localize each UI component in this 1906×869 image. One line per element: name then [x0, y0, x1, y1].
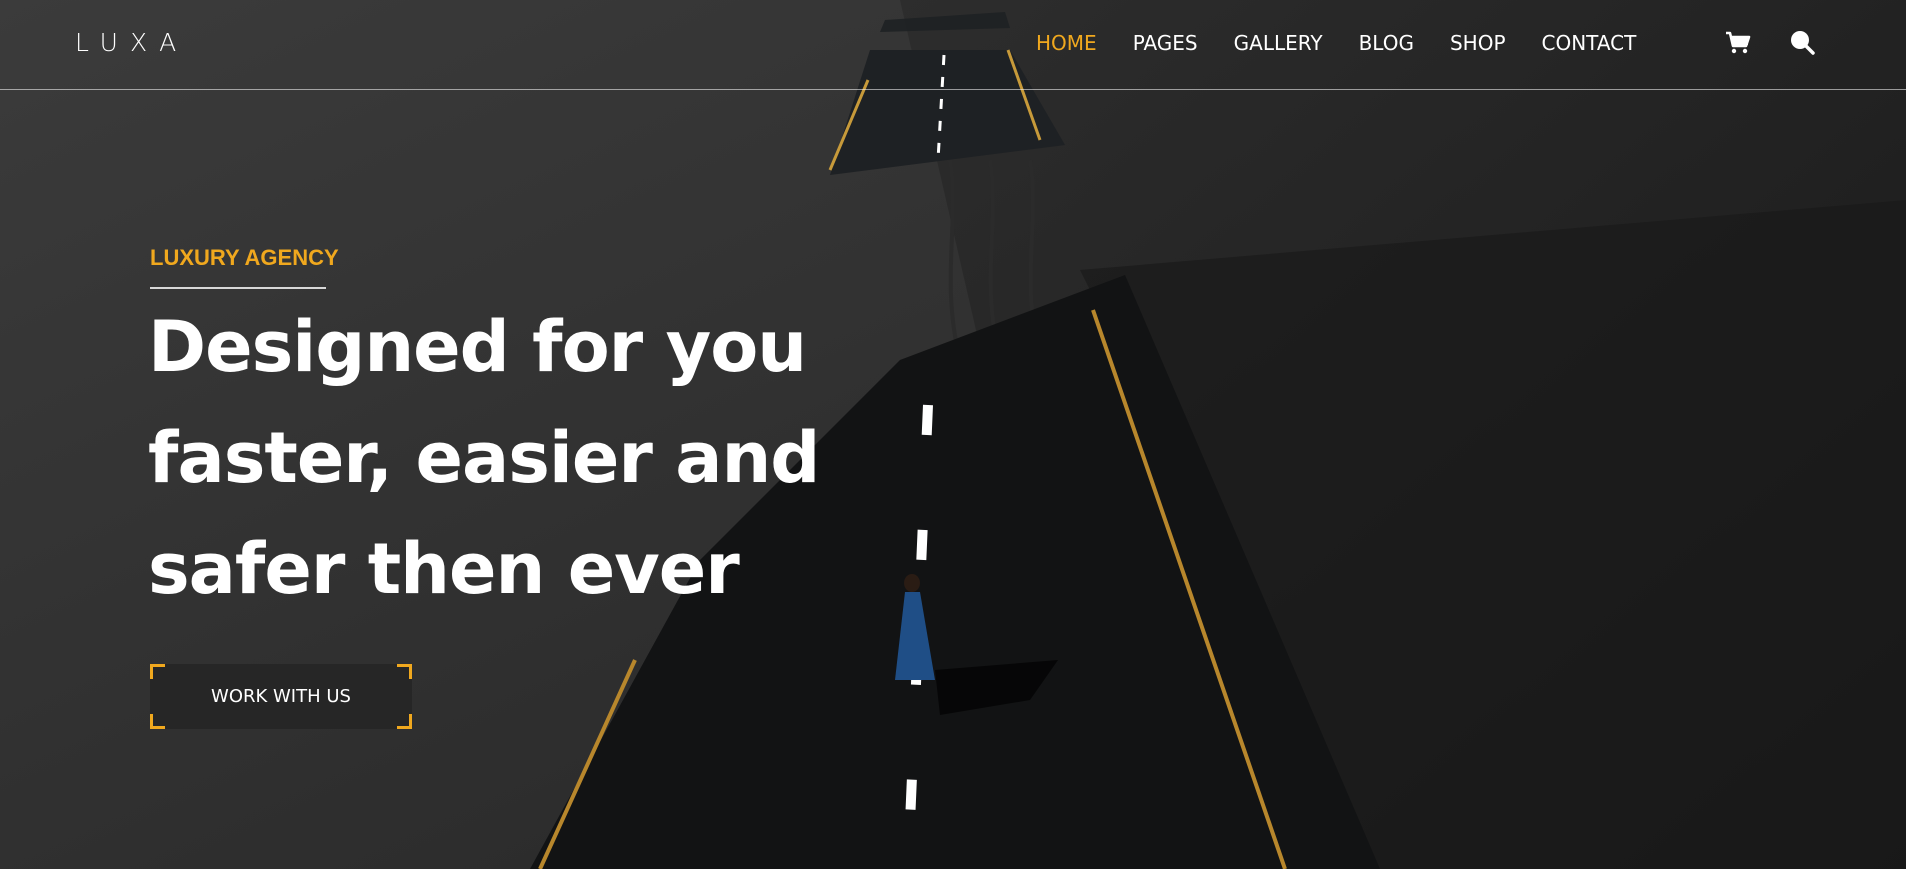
nav-item-contact[interactable]: CONTACT [1542, 31, 1637, 55]
corner-bracket [397, 714, 412, 729]
site-logo[interactable]: LUXA [75, 28, 188, 57]
nav-item-home[interactable]: HOME [1036, 31, 1097, 55]
hero-section: LUXA HOME PAGES GALLERY BLOG SHOP CONTAC… [0, 0, 1906, 869]
site-header: LUXA HOME PAGES GALLERY BLOG SHOP CONTAC… [0, 0, 1906, 90]
corner-bracket [150, 714, 165, 729]
headline-line: faster, easier and [148, 417, 820, 499]
headline-line: Designed for you [148, 306, 807, 388]
cart-icon[interactable] [1724, 28, 1752, 56]
headline-line: safer then ever [148, 528, 740, 610]
cta-label: WORK WITH US [211, 686, 351, 707]
nav-item-blog[interactable]: BLOG [1359, 31, 1414, 55]
corner-bracket [397, 664, 412, 679]
nav-item-gallery[interactable]: GALLERY [1234, 31, 1323, 55]
hero-eyebrow: LUXURY AGENCY [150, 245, 339, 270]
main-nav: HOME PAGES GALLERY BLOG SHOP CONTACT [1036, 31, 1672, 55]
work-with-us-button[interactable]: WORK WITH US [150, 664, 412, 729]
nav-item-shop[interactable]: SHOP [1450, 31, 1506, 55]
eyebrow-underline [150, 287, 326, 289]
corner-bracket [150, 664, 165, 679]
nav-item-pages[interactable]: PAGES [1133, 31, 1198, 55]
hero-headline: Designed for you faster, easier and safe… [148, 292, 908, 625]
search-icon[interactable] [1788, 28, 1816, 56]
